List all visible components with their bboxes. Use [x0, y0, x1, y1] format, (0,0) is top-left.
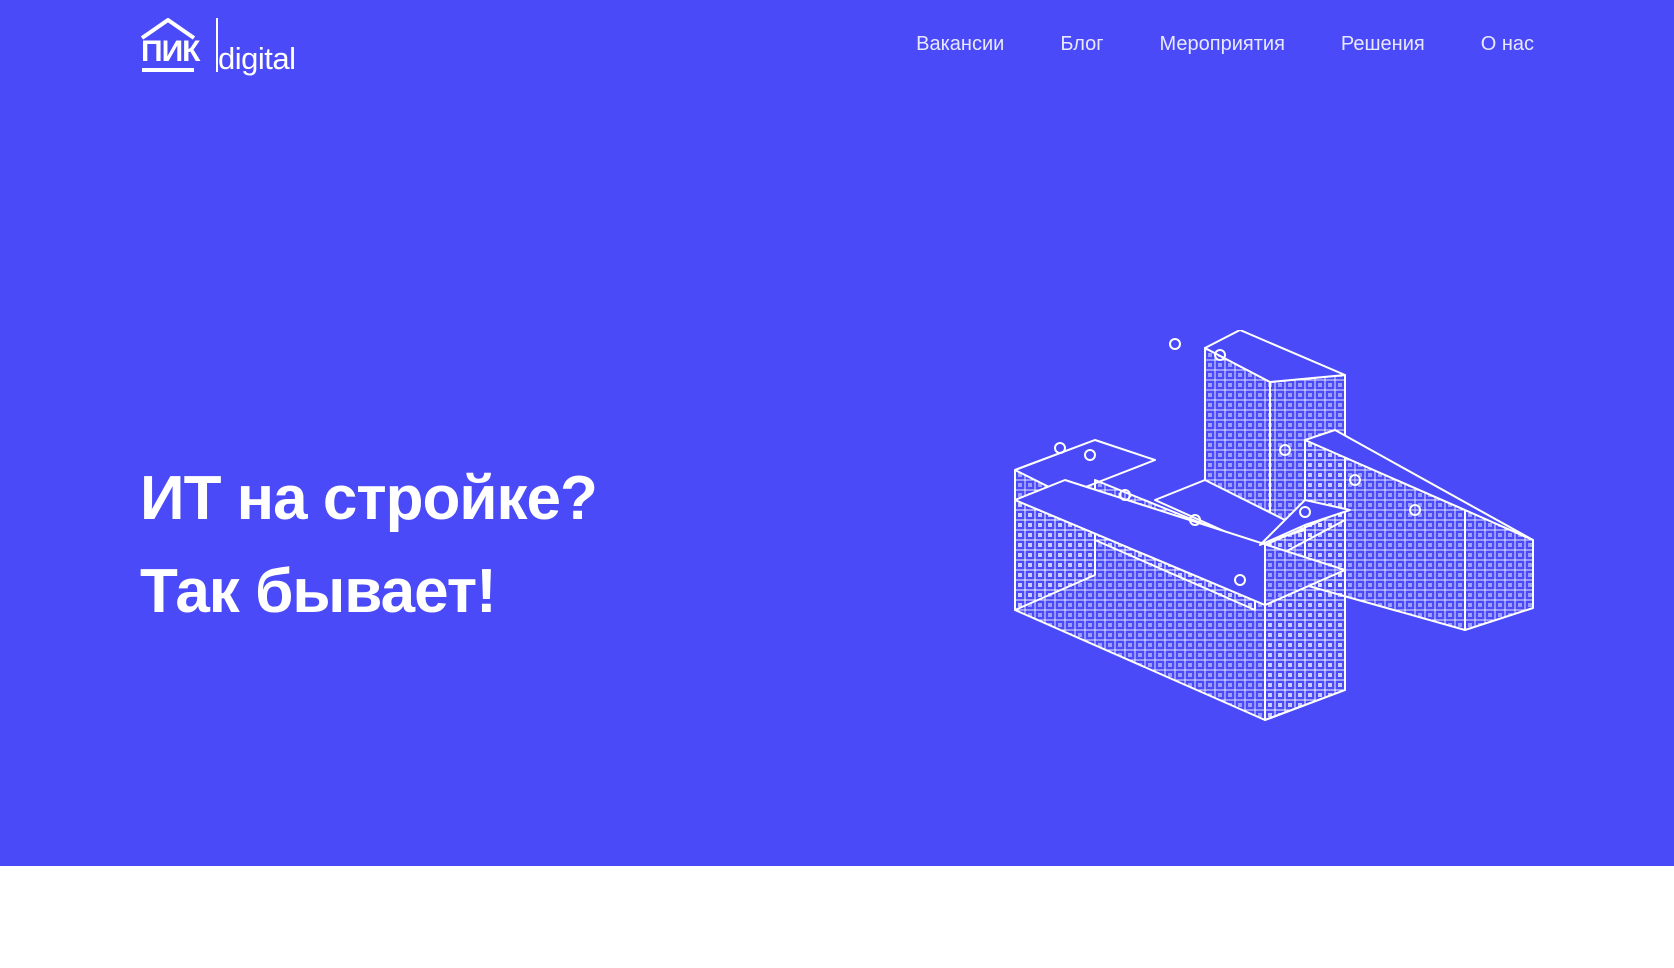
headline-line-2: Так бывает! [140, 557, 497, 626]
nav-item-blog[interactable]: Блог [1060, 33, 1103, 56]
building-illustration-icon [1014, 330, 1534, 721]
nav-item-events[interactable]: Мероприятия [1160, 33, 1285, 56]
logo-text: digital [218, 41, 296, 76]
nav-item-solutions[interactable]: Решения [1341, 33, 1425, 56]
logo-mark-text: ПИК [141, 35, 200, 68]
page-bottom-area [0, 866, 1674, 968]
hero-headline: ИТ на стройке? Так бывает! [140, 452, 598, 638]
nav-item-vacancies[interactable]: Вакансии [916, 33, 1004, 56]
top-navigation: Вакансии Блог Мероприятия Решения О нас [916, 33, 1534, 56]
nav-item-about[interactable]: О нас [1481, 33, 1534, 56]
headline-line-1: ИТ на стройке? [140, 464, 598, 533]
hero-section: ПИК digital Вакансии Блог Мероприятия Ре… [0, 0, 1674, 866]
site-logo[interactable]: ПИК digital [138, 18, 308, 80]
